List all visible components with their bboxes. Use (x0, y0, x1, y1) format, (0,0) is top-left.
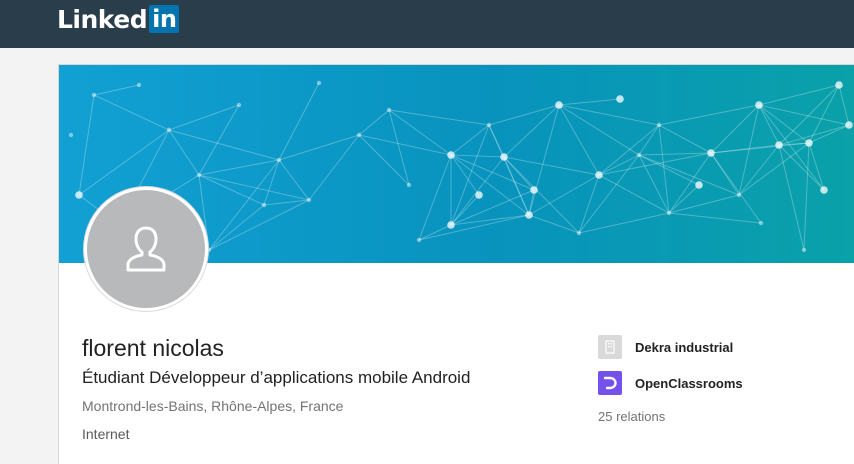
profile-avatar[interactable] (84, 187, 208, 311)
connections-count[interactable]: 25 relations (598, 409, 665, 424)
network-node (475, 191, 483, 199)
top-navigation-bar: Linked in (0, 0, 854, 48)
company-name: Dekra industrial (635, 339, 734, 355)
network-node (486, 122, 492, 128)
profile-location: Montrond-les-Bains, Rhône-Alpes, France (82, 398, 344, 414)
profile-headline: Étudiant Développeur d’applications mobi… (82, 368, 471, 387)
network-node (447, 151, 455, 159)
network-node (316, 80, 322, 86)
network-node (75, 191, 83, 199)
network-node (595, 171, 603, 179)
network-node (636, 152, 642, 158)
network-node (306, 197, 312, 203)
network-node (801, 247, 807, 253)
network-node (136, 82, 142, 88)
network-node (775, 141, 783, 149)
network-node (666, 210, 672, 216)
network-node (755, 101, 763, 109)
profile-industry: Internet (82, 426, 130, 442)
network-node (386, 107, 392, 113)
network-node (555, 101, 563, 109)
profile-name: florent nicolas (82, 335, 224, 361)
network-node (695, 181, 703, 189)
logo-text: Linked (57, 4, 148, 34)
network-node (835, 81, 843, 89)
position-dekra[interactable]: Dekra industrial (598, 335, 733, 359)
network-node (707, 149, 715, 157)
linkedin-logo[interactable]: Linked in (57, 4, 180, 34)
network-node (576, 230, 582, 236)
network-node (276, 157, 282, 163)
network-node (820, 186, 828, 194)
network-node (656, 122, 662, 128)
openclassrooms-logo-icon (598, 371, 622, 395)
network-node (91, 92, 97, 98)
network-node (406, 182, 412, 188)
network-node (68, 132, 74, 138)
network-node (736, 192, 742, 198)
building-placeholder-icon (598, 335, 622, 359)
network-node (530, 186, 538, 194)
network-node (261, 202, 267, 208)
network-node (416, 237, 422, 243)
person-placeholder-icon (126, 226, 166, 272)
network-node (196, 172, 202, 178)
network-node (500, 153, 508, 161)
network-node (845, 121, 853, 129)
network-node (616, 95, 624, 103)
network-node (447, 221, 455, 229)
network-node (356, 132, 362, 138)
profile-card: florent nicolas Étudiant Développeur d’a… (58, 64, 854, 464)
network-node (236, 102, 242, 108)
logo-in-box: in (149, 5, 180, 33)
position-openclassrooms[interactable]: OpenClassrooms (598, 371, 743, 395)
network-node (525, 211, 533, 219)
network-node (166, 127, 172, 133)
network-node (805, 139, 813, 147)
network-node (758, 220, 764, 226)
company-name: OpenClassrooms (635, 375, 743, 391)
